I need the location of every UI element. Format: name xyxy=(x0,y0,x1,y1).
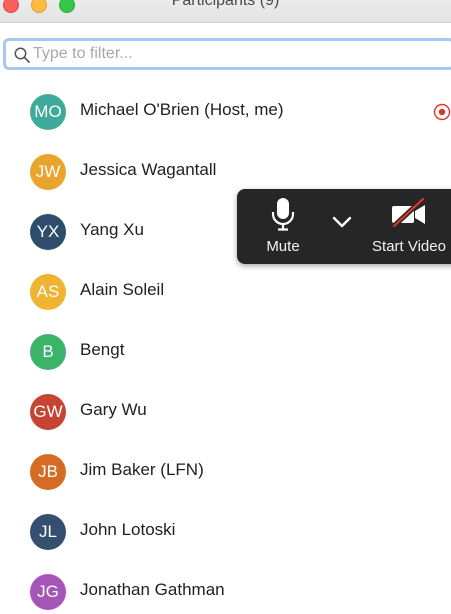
start-video-label: Start Video xyxy=(372,238,446,255)
participant-row[interactable]: GW Gary Wu xyxy=(0,382,451,442)
avatar: JL xyxy=(30,514,66,550)
participant-name: Jessica Wagantall xyxy=(80,160,217,179)
participant-name: Alain Soleil xyxy=(80,280,165,299)
participant-row[interactable]: B Bengt xyxy=(0,322,451,382)
mute-button[interactable]: Mute xyxy=(257,189,309,264)
microphone-icon xyxy=(271,198,295,231)
participant-row[interactable]: AS Alain Soleil xyxy=(0,262,451,322)
avatar: MO xyxy=(30,94,66,130)
avatar: JW xyxy=(30,154,66,190)
participant-name: Bengt xyxy=(80,340,125,359)
participant-row[interactable]: MO Michael O'Brien (Host, me) xyxy=(0,82,451,142)
start-video-button[interactable]: Start Video xyxy=(365,189,451,264)
avatar: AS xyxy=(30,274,66,310)
filter-input[interactable] xyxy=(33,43,433,65)
participant-name: Yang Xu xyxy=(80,220,144,239)
participant-name: Michael O'Brien (Host, me) xyxy=(80,100,284,119)
avatar: JG xyxy=(30,574,66,610)
meeting-toolbar: Mute Start Video xyxy=(237,189,451,264)
mute-label: Mute xyxy=(266,238,300,255)
participant-list: MO Michael O'Brien (Host, me) JW Jessica Wa… xyxy=(0,82,451,614)
chevron-down-icon[interactable] xyxy=(331,214,353,230)
participant-row[interactable]: JG Jonathan Gathman xyxy=(0,562,451,614)
participant-name: Jim Baker (LFN) xyxy=(80,460,204,479)
video-off-icon xyxy=(392,197,425,227)
recording-icon xyxy=(433,103,451,121)
filter-field[interactable] xyxy=(3,38,451,70)
avatar: GW xyxy=(30,394,66,430)
avatar: JB xyxy=(30,454,66,490)
participant-row[interactable]: JL John Lotoski xyxy=(0,502,451,562)
avatar: YX xyxy=(30,214,66,250)
participant-row[interactable]: JB Jim Baker (LFN) xyxy=(0,442,451,502)
avatar: B xyxy=(30,334,66,370)
participant-name: John Lotoski xyxy=(80,520,176,539)
participant-name: Gary Wu xyxy=(80,400,147,419)
participant-name: Jonathan Gathman xyxy=(80,580,225,599)
participants-window: Participants (9) MO Michael O'Brien (Host… xyxy=(0,0,451,614)
title-bar: Participants (9) xyxy=(0,0,451,23)
search-icon xyxy=(14,47,30,63)
window-title: Participants (9) xyxy=(171,0,280,9)
